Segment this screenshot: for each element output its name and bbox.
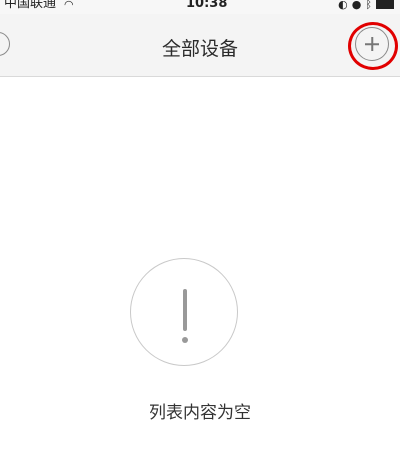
status-bar: 中国联通 ◠ 10:38 ◐ ● ᛒ xyxy=(0,0,400,14)
exclamation-dot xyxy=(182,337,188,343)
status-icons: ◐ ● ᛒ xyxy=(338,0,394,11)
empty-state: 列表内容为空 xyxy=(0,258,400,428)
empty-message: 列表内容为空 xyxy=(149,403,251,423)
status-time: 10:38 xyxy=(186,0,228,11)
page-title: 全部设备 xyxy=(161,38,238,60)
alarm-icon: ● xyxy=(351,0,362,11)
exclamation-icon xyxy=(130,258,238,366)
carrier-label: 中国联通 xyxy=(4,0,57,11)
wifi-icon: ◠ xyxy=(64,0,74,11)
orientation-lock-icon: ◐ xyxy=(338,0,348,11)
highlight-circle xyxy=(348,22,398,70)
battery-icon xyxy=(376,0,394,9)
navigation-bar: 全部设备 xyxy=(0,14,400,77)
bluetooth-icon: ᛒ xyxy=(365,0,372,11)
exclamation-bar xyxy=(183,289,187,331)
